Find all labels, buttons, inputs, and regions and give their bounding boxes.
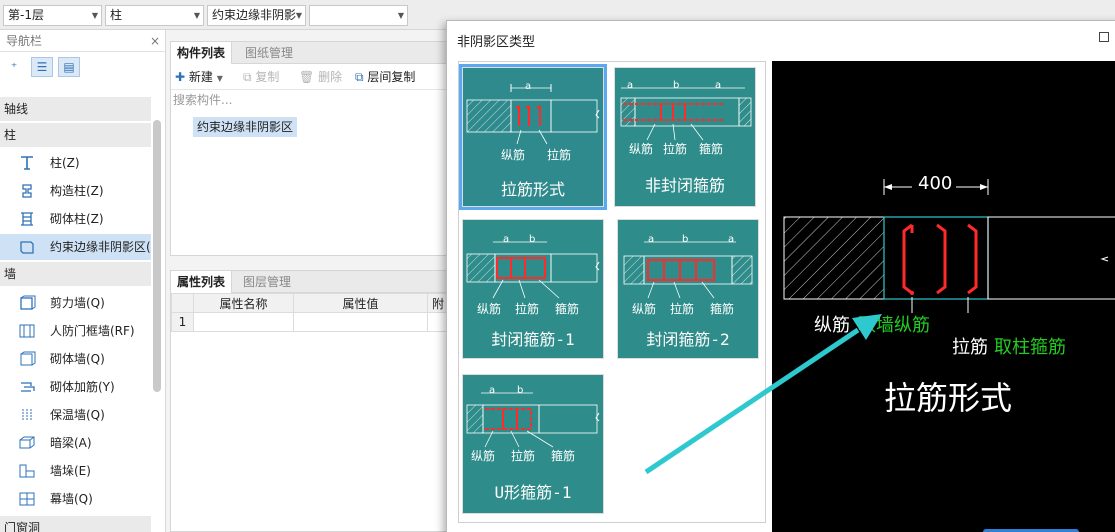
annotation-arrow	[644, 314, 882, 475]
